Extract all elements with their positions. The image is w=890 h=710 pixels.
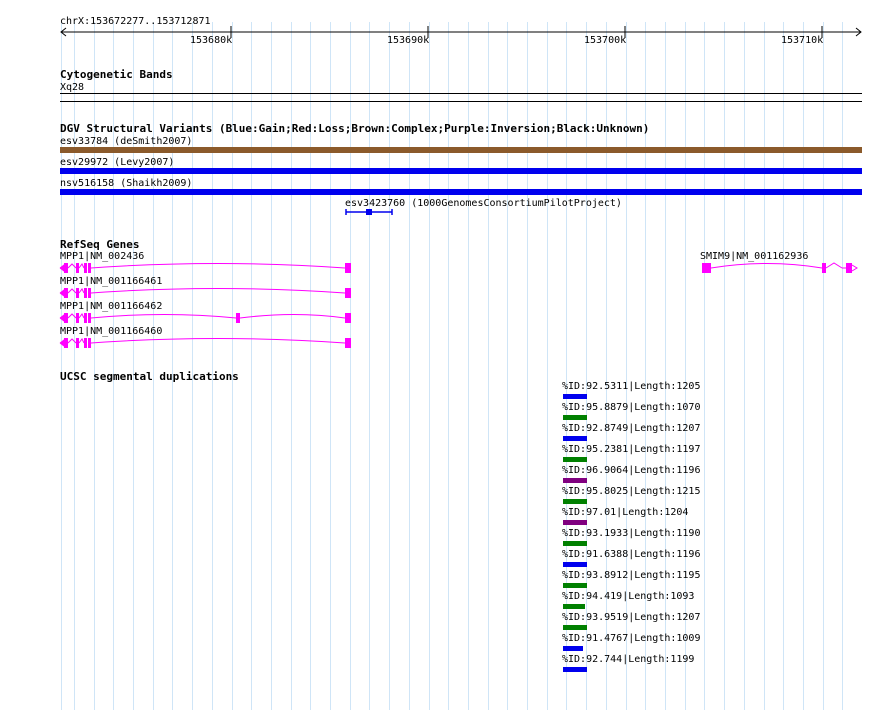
segdup-feature-bar[interactable]: [563, 604, 585, 609]
gene-strand-arrow: [59, 289, 65, 297]
segdup-feature-bar[interactable]: [563, 436, 587, 441]
segdup-label: %ID:92.8749|Length:1207: [562, 423, 701, 434]
segdup-feature-bar[interactable]: [563, 667, 587, 672]
gene-exon: [345, 313, 351, 323]
segdup-feature-bar[interactable]: [563, 499, 587, 504]
refseq-gene-models[interactable]: [0, 0, 890, 360]
segdup-feature-bar[interactable]: [563, 583, 587, 588]
gene-strand-arrow: [59, 339, 65, 347]
gene-strand-arrow: [851, 264, 858, 272]
gene-exon: [64, 338, 68, 348]
segdup-label: %ID:92.744|Length:1199: [562, 654, 695, 665]
gene-exon: [822, 263, 826, 273]
gene-exon: [84, 263, 87, 273]
segdup-label: %ID:93.8912|Length:1195: [562, 570, 701, 581]
gene-exon: [88, 313, 91, 323]
segdup-label: %ID:91.6388|Length:1196: [562, 549, 701, 560]
gene-exon: [345, 263, 351, 273]
segdup-label: %ID:94.419|Length:1093: [562, 591, 695, 602]
segdup-feature-bar[interactable]: [563, 562, 587, 567]
gene-exon: [64, 263, 68, 273]
gene-strand-arrow: [59, 264, 65, 272]
gene-exon: [236, 313, 240, 323]
gene-strand-arrow: [59, 314, 65, 322]
gene-exon: [84, 313, 87, 323]
gene-exon: [76, 338, 79, 348]
gene-exon: [76, 313, 79, 323]
gene-exon: [88, 338, 91, 348]
segdup-label: %ID:95.8879|Length:1070: [562, 402, 701, 413]
gene-exon: [64, 288, 68, 298]
gene-exon: [345, 338, 351, 348]
segdup-label: %ID:95.2381|Length:1197: [562, 444, 701, 455]
segdup-feature-bar[interactable]: [563, 457, 587, 462]
gene-exon: [702, 263, 711, 273]
gene-exon: [88, 263, 91, 273]
gene-exon: [64, 313, 68, 323]
segdup-feature-bar[interactable]: [563, 394, 587, 399]
segdup-feature-bar[interactable]: [563, 541, 587, 546]
gene-exon: [88, 288, 91, 298]
segdup-label: %ID:96.9064|Length:1196: [562, 465, 701, 476]
gene-exon: [84, 338, 87, 348]
segdup-feature-bar[interactable]: [563, 415, 587, 420]
gene-exon: [76, 263, 79, 273]
segdup-feature-bar[interactable]: [563, 520, 587, 525]
segdup-track-title: UCSC segmental duplications: [60, 370, 239, 383]
genome-browser-panel: chrX:153672277..153712871 153680k 153690…: [0, 0, 890, 710]
gene-exon: [76, 288, 79, 298]
segdup-feature-bar[interactable]: [563, 646, 583, 651]
segdup-label: %ID:95.8025|Length:1215: [562, 486, 701, 497]
segdup-label: %ID:93.9519|Length:1207: [562, 612, 701, 623]
segdup-feature-bar[interactable]: [563, 625, 587, 630]
segdup-label: %ID:93.1933|Length:1190: [562, 528, 701, 539]
gene-exon: [846, 263, 852, 273]
gene-exon: [84, 288, 87, 298]
segdup-label: %ID:91.4767|Length:1009: [562, 633, 701, 644]
segdup-label: %ID:97.01|Length:1204: [562, 507, 689, 518]
segdup-feature-bar[interactable]: [563, 478, 587, 483]
segdup-label: %ID:92.5311|Length:1205: [562, 381, 701, 392]
gene-exon: [345, 288, 351, 298]
